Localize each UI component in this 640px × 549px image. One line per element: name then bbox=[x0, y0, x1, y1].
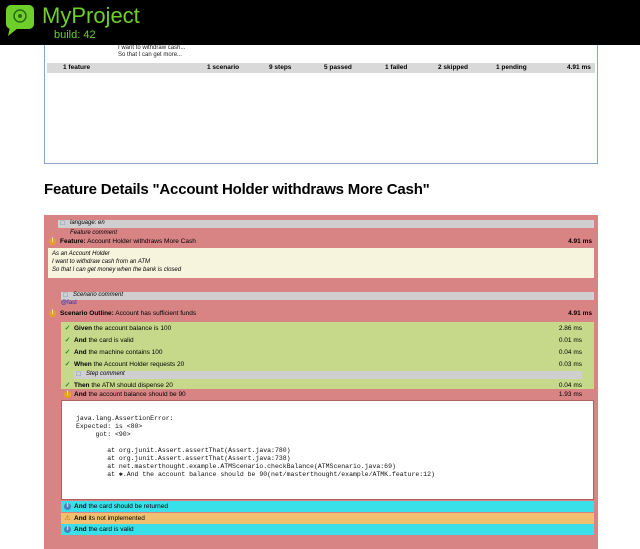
step-duration: 1.93 ms bbox=[558, 391, 582, 398]
step-comment-bar: □ Step comment bbox=[74, 371, 582, 379]
cucumber-logo-icon bbox=[6, 5, 34, 36]
feature-keyword: Feature: bbox=[60, 238, 86, 245]
step-comment: Step comment bbox=[86, 371, 125, 377]
error-stacktrace: java.lang.AssertionError: Expected: is <… bbox=[61, 400, 594, 500]
passed-steps: ✓ Given the account balance is 100 2.86 … bbox=[61, 322, 594, 392]
step-keyword: Given bbox=[74, 325, 93, 332]
step-duration: 0.04 ms bbox=[558, 349, 582, 356]
comment-icon: □ bbox=[63, 292, 68, 299]
language-bar: □ language: en bbox=[58, 220, 594, 228]
check-icon: ✓ bbox=[64, 349, 71, 356]
error-icon: ! bbox=[49, 310, 56, 317]
top-header: MyProject build: 42 bbox=[0, 0, 640, 45]
error-icon: ! bbox=[64, 391, 71, 398]
scenario-comment: Scenario comment bbox=[73, 292, 124, 298]
step-keyword: And bbox=[74, 391, 87, 398]
skip-icon: ‖ bbox=[64, 503, 71, 510]
feature-description: As an Account Holder I want to withdraw … bbox=[48, 248, 594, 278]
pending-step-row[interactable]: ⚠ And its not implemented bbox=[61, 513, 594, 524]
feature-duration: 4.91 ms bbox=[568, 238, 592, 245]
check-icon: ✓ bbox=[64, 382, 71, 389]
stats-feature-description: I want to withdraw cash... So that I can… bbox=[118, 45, 185, 59]
description-line: So that I can get money when the bank is… bbox=[52, 267, 182, 273]
failed-step-row[interactable]: ! And the account balance should be 90 1… bbox=[61, 389, 594, 400]
step-keyword: And bbox=[74, 503, 87, 510]
step-text: the Account Holder requests 20 bbox=[93, 361, 185, 368]
skipped-step-row[interactable]: ‖ And the card should be returned bbox=[61, 501, 594, 512]
scenario-name: Account has sufficient funds bbox=[115, 310, 197, 317]
step-keyword: And bbox=[74, 337, 87, 344]
scenario-comment-bar: □ Scenario comment bbox=[61, 292, 594, 300]
stats-peek-line: I want to withdraw cash... bbox=[118, 45, 186, 51]
step-text: the account balance should be 90 bbox=[88, 391, 186, 398]
step-duration: 0.03 ms bbox=[558, 361, 582, 368]
scenario-tag[interactable]: @fast bbox=[61, 300, 77, 306]
build-label: build: 42 bbox=[54, 29, 96, 41]
skipped-step-row[interactable]: ‖ And the card is valid bbox=[61, 524, 594, 535]
step-text: the machine contains 100 bbox=[88, 349, 163, 356]
step-text: the card should be returned bbox=[88, 503, 168, 510]
stats-peek-line: So that I can get more... bbox=[118, 52, 183, 58]
total-features: 1 feature bbox=[63, 64, 91, 71]
description-line: As an Account Holder bbox=[52, 251, 110, 257]
stats-table: I want to withdraw cash... So that I can… bbox=[44, 45, 598, 164]
comment-icon: □ bbox=[76, 371, 81, 378]
step-row[interactable]: ✓ And the card is valid 0.01 ms bbox=[61, 335, 594, 346]
description-line: I want to withdraw cash from an ATM bbox=[52, 259, 151, 265]
check-icon: ✓ bbox=[64, 361, 71, 368]
total-skipped: 2 skipped bbox=[438, 64, 468, 71]
feature-name: Account Holder withdraws More Cash bbox=[87, 238, 196, 245]
step-text: the card is valid bbox=[88, 526, 134, 533]
feature-header[interactable]: ! Feature: Account Holder withdraws More… bbox=[46, 237, 596, 246]
step-keyword: And bbox=[74, 349, 87, 356]
step-keyword: And bbox=[74, 515, 87, 522]
total-steps: 9 steps bbox=[269, 64, 292, 71]
check-icon: ✓ bbox=[64, 325, 71, 332]
step-text: the account balance is 100 bbox=[93, 325, 172, 332]
step-duration: 2.86 ms bbox=[558, 325, 582, 332]
feature-comment: Feature comment bbox=[70, 230, 118, 236]
total-scenarios: 1 scenario bbox=[207, 64, 240, 71]
feature-details-title: Feature Details "Account Holder withdraw… bbox=[44, 181, 430, 198]
step-keyword: And bbox=[74, 526, 87, 533]
total-passed: 5 passed bbox=[324, 64, 352, 71]
language-line: language: en bbox=[70, 220, 105, 226]
step-duration: 0.01 ms bbox=[558, 337, 582, 344]
warning-icon: ⚠ bbox=[64, 515, 71, 522]
total-pending: 1 pending bbox=[496, 64, 527, 71]
step-keyword: When bbox=[74, 361, 92, 368]
step-text: the card is valid bbox=[88, 337, 134, 344]
skip-icon: ‖ bbox=[64, 526, 71, 533]
stats-totals-row: 1 feature 1 scenario 9 steps 5 passed 1 … bbox=[47, 63, 595, 73]
comment-icon: □ bbox=[60, 220, 65, 227]
step-text: its not implemented bbox=[88, 515, 145, 522]
scenario-keyword: Scenario Outline: bbox=[60, 310, 114, 317]
check-icon: ✓ bbox=[64, 337, 71, 344]
scenario-header[interactable]: ! Scenario Outline: Account has sufficie… bbox=[46, 309, 596, 318]
project-name[interactable]: MyProject bbox=[42, 3, 140, 29]
total-duration: 4.91 ms bbox=[567, 64, 591, 71]
step-row[interactable]: ✓ And the machine contains 100 0.04 ms bbox=[61, 347, 594, 358]
step-text: the ATM should dispense 20 bbox=[91, 382, 173, 389]
scenario-duration: 4.91 ms bbox=[568, 310, 592, 317]
step-row[interactable]: ✓ When the Account Holder requests 20 0.… bbox=[61, 359, 594, 370]
error-icon: ! bbox=[49, 238, 56, 245]
feature-report: □ language: en Feature comment ! Feature… bbox=[44, 215, 598, 549]
total-failed: 1 failed bbox=[385, 64, 408, 71]
step-keyword: Then bbox=[74, 382, 90, 389]
step-row[interactable]: ✓ Given the account balance is 100 2.86 … bbox=[61, 323, 594, 334]
